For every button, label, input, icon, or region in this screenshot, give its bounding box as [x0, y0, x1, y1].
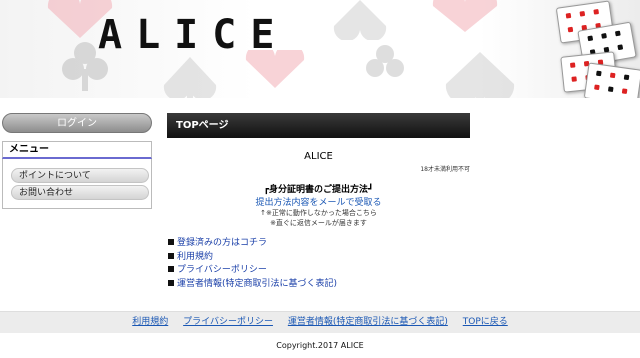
main-link-list: 登録済みの方はコチラ 利用規約 プライバシーポリシー 運営者情報(特定商取引法に…	[168, 237, 337, 291]
fallback-note[interactable]: ↑※正常に動作しなかった場合こちら	[167, 208, 470, 218]
list-item[interactable]: 利用規約	[168, 251, 337, 265]
list-item[interactable]: 運営者情報(特定商取引法に基づく表記)	[168, 278, 337, 292]
spade-icon	[163, 57, 217, 98]
list-item[interactable]: プライバシーポリシー	[168, 264, 337, 278]
spade-icon	[333, 0, 387, 40]
id-submission-title: ┏身分証明書のご提出方法┛	[263, 185, 374, 195]
footer-link-operator[interactable]: 運営者情報(特定商取引法に基づく表記)	[288, 317, 448, 327]
site-logo: ALICE	[98, 12, 289, 58]
footer-link-top[interactable]: TOPに戻る	[463, 317, 508, 327]
square-bullet-icon	[168, 279, 174, 286]
square-bullet-icon	[168, 266, 174, 272]
sidebar-item-contact[interactable]: お問い合わせ	[11, 185, 149, 200]
header-banner: ALICE	[0, 0, 640, 98]
menu-title: メニュー	[2, 141, 152, 159]
footer-link-privacy[interactable]: プライバシーポリシー	[183, 317, 273, 327]
age-notice: 18才未満利用不可	[420, 166, 470, 173]
square-bullet-icon	[168, 252, 174, 259]
sidebar-item-points[interactable]: ポイントについて	[11, 168, 149, 183]
spade-icon	[445, 52, 515, 98]
sidebar-menu: ポイントについて お問い合わせ	[2, 159, 152, 209]
footer-nav: 利用規約 プライバシーポリシー 運営者情報(特定商取引法に基づく表記) TOPに…	[0, 311, 640, 333]
section-title-bar: TOPページ	[167, 113, 470, 138]
heart-icon	[432, 0, 498, 32]
link-operator-info[interactable]: 運営者情報(特定商取引法に基づく表記)	[177, 279, 337, 289]
reply-note: ※直ぐに返信メールが届きます	[270, 219, 367, 227]
copyright: Copyright.2017 ALICE	[276, 341, 364, 350]
playing-card-icon	[583, 62, 640, 98]
link-terms[interactable]: 利用規約	[177, 252, 213, 262]
login-button[interactable]: ログイン	[2, 113, 152, 133]
link-registered-users[interactable]: 登録済みの方はコチラ	[177, 238, 267, 248]
list-item[interactable]: 登録済みの方はコチラ	[168, 237, 337, 251]
site-name: ALICE	[304, 151, 333, 162]
footer-link-terms[interactable]: 利用規約	[132, 317, 168, 327]
id-instructions-link[interactable]: 提出方法内容をメールで受取る	[167, 195, 470, 208]
square-bullet-icon	[168, 239, 174, 245]
link-privacy[interactable]: プライバシーポリシー	[177, 265, 267, 275]
club-icon	[366, 45, 404, 77]
